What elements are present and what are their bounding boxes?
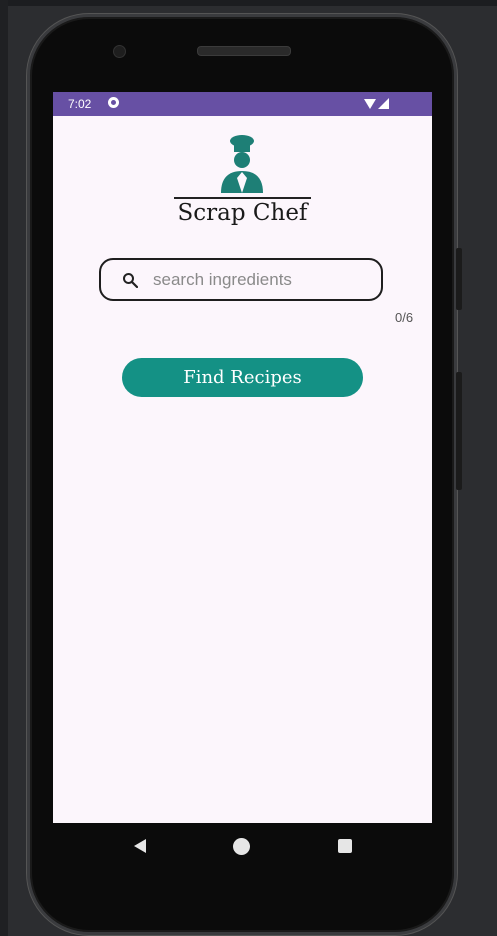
signal-icon	[378, 98, 389, 109]
front-camera	[113, 45, 126, 58]
chef-icon	[221, 135, 263, 193]
logo-divider	[174, 197, 311, 199]
ingredient-counter: 0/6	[395, 310, 414, 325]
recents-icon[interactable]	[338, 839, 352, 853]
power-button[interactable]	[456, 248, 462, 310]
home-icon[interactable]	[233, 838, 250, 855]
system-nav-bar	[53, 823, 432, 875]
search-field[interactable]	[99, 258, 383, 301]
back-icon[interactable]	[134, 839, 146, 853]
app-title: Scrap Chef	[177, 200, 308, 226]
search-icon	[123, 273, 138, 288]
status-bar: 7:02	[53, 92, 432, 116]
window-left-edge	[0, 0, 8, 936]
find-recipes-button[interactable]: Find Recipes	[122, 358, 363, 397]
window-top-edge	[0, 0, 497, 6]
sync-icon	[108, 97, 119, 108]
status-time: 7:02	[68, 97, 92, 111]
search-input[interactable]	[153, 268, 373, 292]
app-screen: 7:02 Scrap Chef 0/6 Find Recipes	[53, 92, 432, 823]
wifi-icon	[364, 99, 376, 109]
earpiece-speaker	[197, 46, 291, 56]
volume-button[interactable]	[456, 372, 462, 490]
